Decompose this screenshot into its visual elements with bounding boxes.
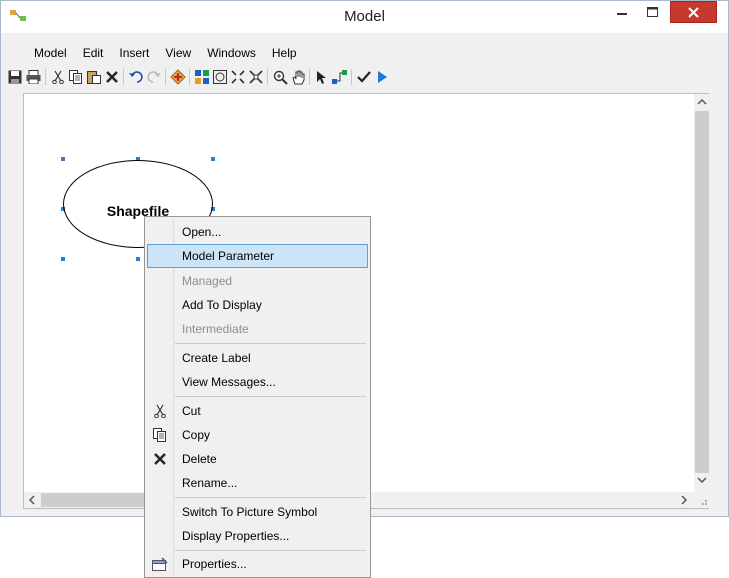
run-icon[interactable] xyxy=(374,69,390,85)
pan-icon[interactable] xyxy=(290,69,306,85)
menu-item-label: Managed xyxy=(182,274,233,288)
auto-layout-icon[interactable] xyxy=(194,69,210,85)
menu-item-managed[interactable]: Managed xyxy=(147,269,368,293)
menu-windows[interactable]: Windows xyxy=(199,43,264,63)
print-icon[interactable] xyxy=(25,69,41,85)
menu-view[interactable]: View xyxy=(157,43,199,63)
copy-icon xyxy=(152,427,168,443)
menu-separator xyxy=(175,550,366,551)
connect-icon[interactable] xyxy=(332,69,348,85)
menu-item-cut[interactable]: Cut xyxy=(147,399,368,423)
menu-item-properties[interactable]: Properties... xyxy=(147,552,368,576)
minimize-icon xyxy=(617,13,627,15)
toolbar-separator xyxy=(165,69,166,85)
resize-grip-icon xyxy=(702,500,707,505)
menu-item-open[interactable]: Open... xyxy=(147,220,368,244)
menu-separator xyxy=(175,343,366,344)
menu-item-label: Model Parameter xyxy=(182,249,275,263)
title-bar[interactable]: Model xyxy=(1,1,728,33)
zoom-icon[interactable] xyxy=(272,69,288,85)
selection-handle[interactable] xyxy=(61,157,65,161)
menu-item-delete[interactable]: Delete xyxy=(147,447,368,471)
resize-grip[interactable] xyxy=(694,492,710,508)
menu-item-display-properties[interactable]: Display Properties... xyxy=(147,524,368,548)
delete-icon[interactable] xyxy=(104,69,120,85)
toolbar-separator xyxy=(189,69,190,85)
context-menu: Open... Model Parameter Managed Add To D… xyxy=(144,216,371,578)
menu-item-label: Properties... xyxy=(182,557,247,571)
toolbar-separator xyxy=(351,69,352,85)
menu-item-rename[interactable]: Rename... xyxy=(147,471,368,495)
menu-item-label: Open... xyxy=(182,225,222,239)
menu-separator xyxy=(175,497,366,498)
menu-item-view-messages[interactable]: View Messages... xyxy=(147,370,368,394)
toolbar-separator xyxy=(309,69,310,85)
close-button[interactable] xyxy=(670,1,717,23)
selection-handle[interactable] xyxy=(136,257,140,261)
menu-bar: Model Edit Insert View Windows Help xyxy=(1,43,305,63)
toolbar-separator xyxy=(45,69,46,85)
zoom-out-fixed-icon[interactable] xyxy=(248,69,264,85)
menu-separator xyxy=(175,396,366,397)
vertical-scrollbar[interactable] xyxy=(694,94,710,492)
validate-icon[interactable] xyxy=(356,69,372,85)
minimize-button[interactable] xyxy=(608,1,636,23)
scroll-left-icon[interactable] xyxy=(28,495,36,505)
zoom-in-fixed-icon[interactable] xyxy=(230,69,246,85)
vertical-scroll-thumb[interactable] xyxy=(695,111,709,473)
menu-item-intermediate[interactable]: Intermediate xyxy=(147,317,368,341)
redo-icon[interactable] xyxy=(146,69,162,85)
menu-insert[interactable]: Insert xyxy=(111,43,157,63)
menu-item-label: Delete xyxy=(182,452,217,466)
cut-icon xyxy=(152,403,168,419)
toolbar xyxy=(1,65,728,89)
menu-item-label: Create Label xyxy=(182,351,251,365)
menu-help[interactable]: Help xyxy=(264,43,305,63)
menu-item-label: Copy xyxy=(182,428,211,442)
maximize-button[interactable] xyxy=(638,1,666,23)
undo-icon[interactable] xyxy=(128,69,144,85)
menu-item-label: Cut xyxy=(182,404,201,418)
toolbar-separator xyxy=(267,69,268,85)
menu-item-label: Rename... xyxy=(182,476,238,490)
select-icon[interactable] xyxy=(314,69,330,85)
menu-item-copy[interactable]: Copy xyxy=(147,423,368,447)
menu-model[interactable]: Model xyxy=(1,43,75,63)
menu-edit[interactable]: Edit xyxy=(75,43,112,63)
cut-icon[interactable] xyxy=(50,69,66,85)
add-data-icon[interactable] xyxy=(170,69,186,85)
menu-item-switch-to-picture-symbol[interactable]: Switch To Picture Symbol xyxy=(147,500,368,524)
properties-icon xyxy=(152,556,168,572)
menu-item-label: View Messages... xyxy=(182,375,276,389)
scroll-down-icon[interactable] xyxy=(697,476,707,484)
close-icon xyxy=(688,6,699,18)
scroll-right-icon[interactable] xyxy=(680,495,688,505)
menu-item-label: Intermediate xyxy=(182,322,249,336)
copy-icon[interactable] xyxy=(68,69,84,85)
maximize-icon xyxy=(646,7,658,17)
menu-item-label: Switch To Picture Symbol xyxy=(182,505,318,519)
menu-item-label: Add To Display xyxy=(182,298,262,312)
horizontal-scroll-thumb[interactable] xyxy=(41,493,161,507)
menu-item-add-to-display[interactable]: Add To Display xyxy=(147,293,368,317)
menu-item-create-label[interactable]: Create Label xyxy=(147,346,368,370)
selection-handle[interactable] xyxy=(211,157,215,161)
menu-item-model-parameter[interactable]: Model Parameter xyxy=(147,244,368,268)
menu-item-label: Display Properties... xyxy=(182,529,290,543)
selection-handle[interactable] xyxy=(61,257,65,261)
toolbar-separator xyxy=(123,69,124,85)
paste-icon[interactable] xyxy=(86,69,102,85)
delete-icon xyxy=(152,451,168,467)
save-icon[interactable] xyxy=(7,69,23,85)
full-extent-icon[interactable] xyxy=(212,69,228,85)
scroll-up-icon[interactable] xyxy=(697,98,707,106)
